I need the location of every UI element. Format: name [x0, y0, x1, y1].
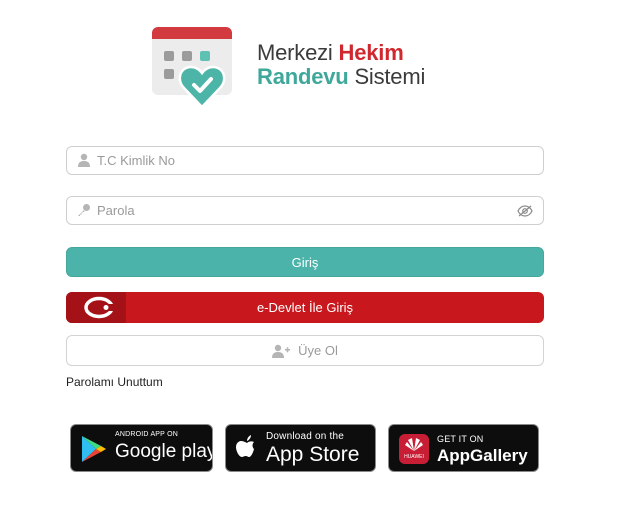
edevlet-emblem-icon	[84, 296, 114, 319]
apple-icon	[236, 435, 254, 457]
google-play-small: ANDROID APP ON	[115, 431, 178, 438]
edevlet-logo	[66, 292, 126, 323]
register-button-label: Üye Ol	[298, 343, 338, 358]
key-icon	[78, 204, 90, 216]
app-store-badge[interactable]: Download on the App Store	[225, 424, 376, 472]
logo-word-hekim: Hekim	[338, 40, 404, 65]
huawei-label: HUAWEI	[404, 454, 424, 460]
forgot-password-link[interactable]: Parolamı Unuttum	[66, 375, 163, 389]
huawei-logo: HUAWEI	[399, 434, 429, 464]
edevlet-login-button[interactable]: e-Devlet İle Giriş	[66, 292, 544, 323]
tc-kimlik-input[interactable]	[97, 147, 517, 174]
add-user-icon	[272, 344, 291, 358]
logo-word-merkezi: Merkezi	[257, 40, 333, 65]
login-button-label: Giriş	[291, 255, 319, 270]
user-icon	[78, 153, 90, 167]
huawei-petals-icon	[405, 438, 423, 451]
app-store-big: App Store	[266, 443, 360, 466]
logo-word-sistemi: Sistemi	[354, 64, 426, 89]
appgallery-badge[interactable]: HUAWEI GET IT ON AppGallery	[388, 424, 539, 472]
tc-kimlik-field[interactable]	[66, 146, 544, 175]
edevlet-button-label: e-Devlet İle Giriş	[256, 300, 354, 315]
appgallery-small: GET IT ON	[437, 434, 484, 444]
app-store-small: Download on the	[266, 431, 345, 442]
logo-word-randevu: Randevu	[257, 64, 349, 89]
google-play-badge[interactable]: ANDROID APP ON Google play	[70, 424, 213, 472]
password-input[interactable]	[97, 197, 517, 224]
calendar-heart-icon	[152, 27, 232, 109]
google-play-big: Google play	[115, 441, 213, 462]
app-logo: Merkezi Hekim Randevu Sistemi	[150, 25, 470, 110]
logo-text: Merkezi Hekim Randevu Sistemi	[257, 41, 425, 89]
register-button[interactable]: Üye Ol	[66, 335, 544, 366]
appgallery-big: AppGallery	[437, 446, 528, 465]
password-field[interactable]	[66, 196, 544, 225]
google-play-icon	[82, 436, 106, 462]
login-button[interactable]: Giriş	[66, 247, 544, 277]
eye-icon[interactable]	[517, 204, 533, 218]
